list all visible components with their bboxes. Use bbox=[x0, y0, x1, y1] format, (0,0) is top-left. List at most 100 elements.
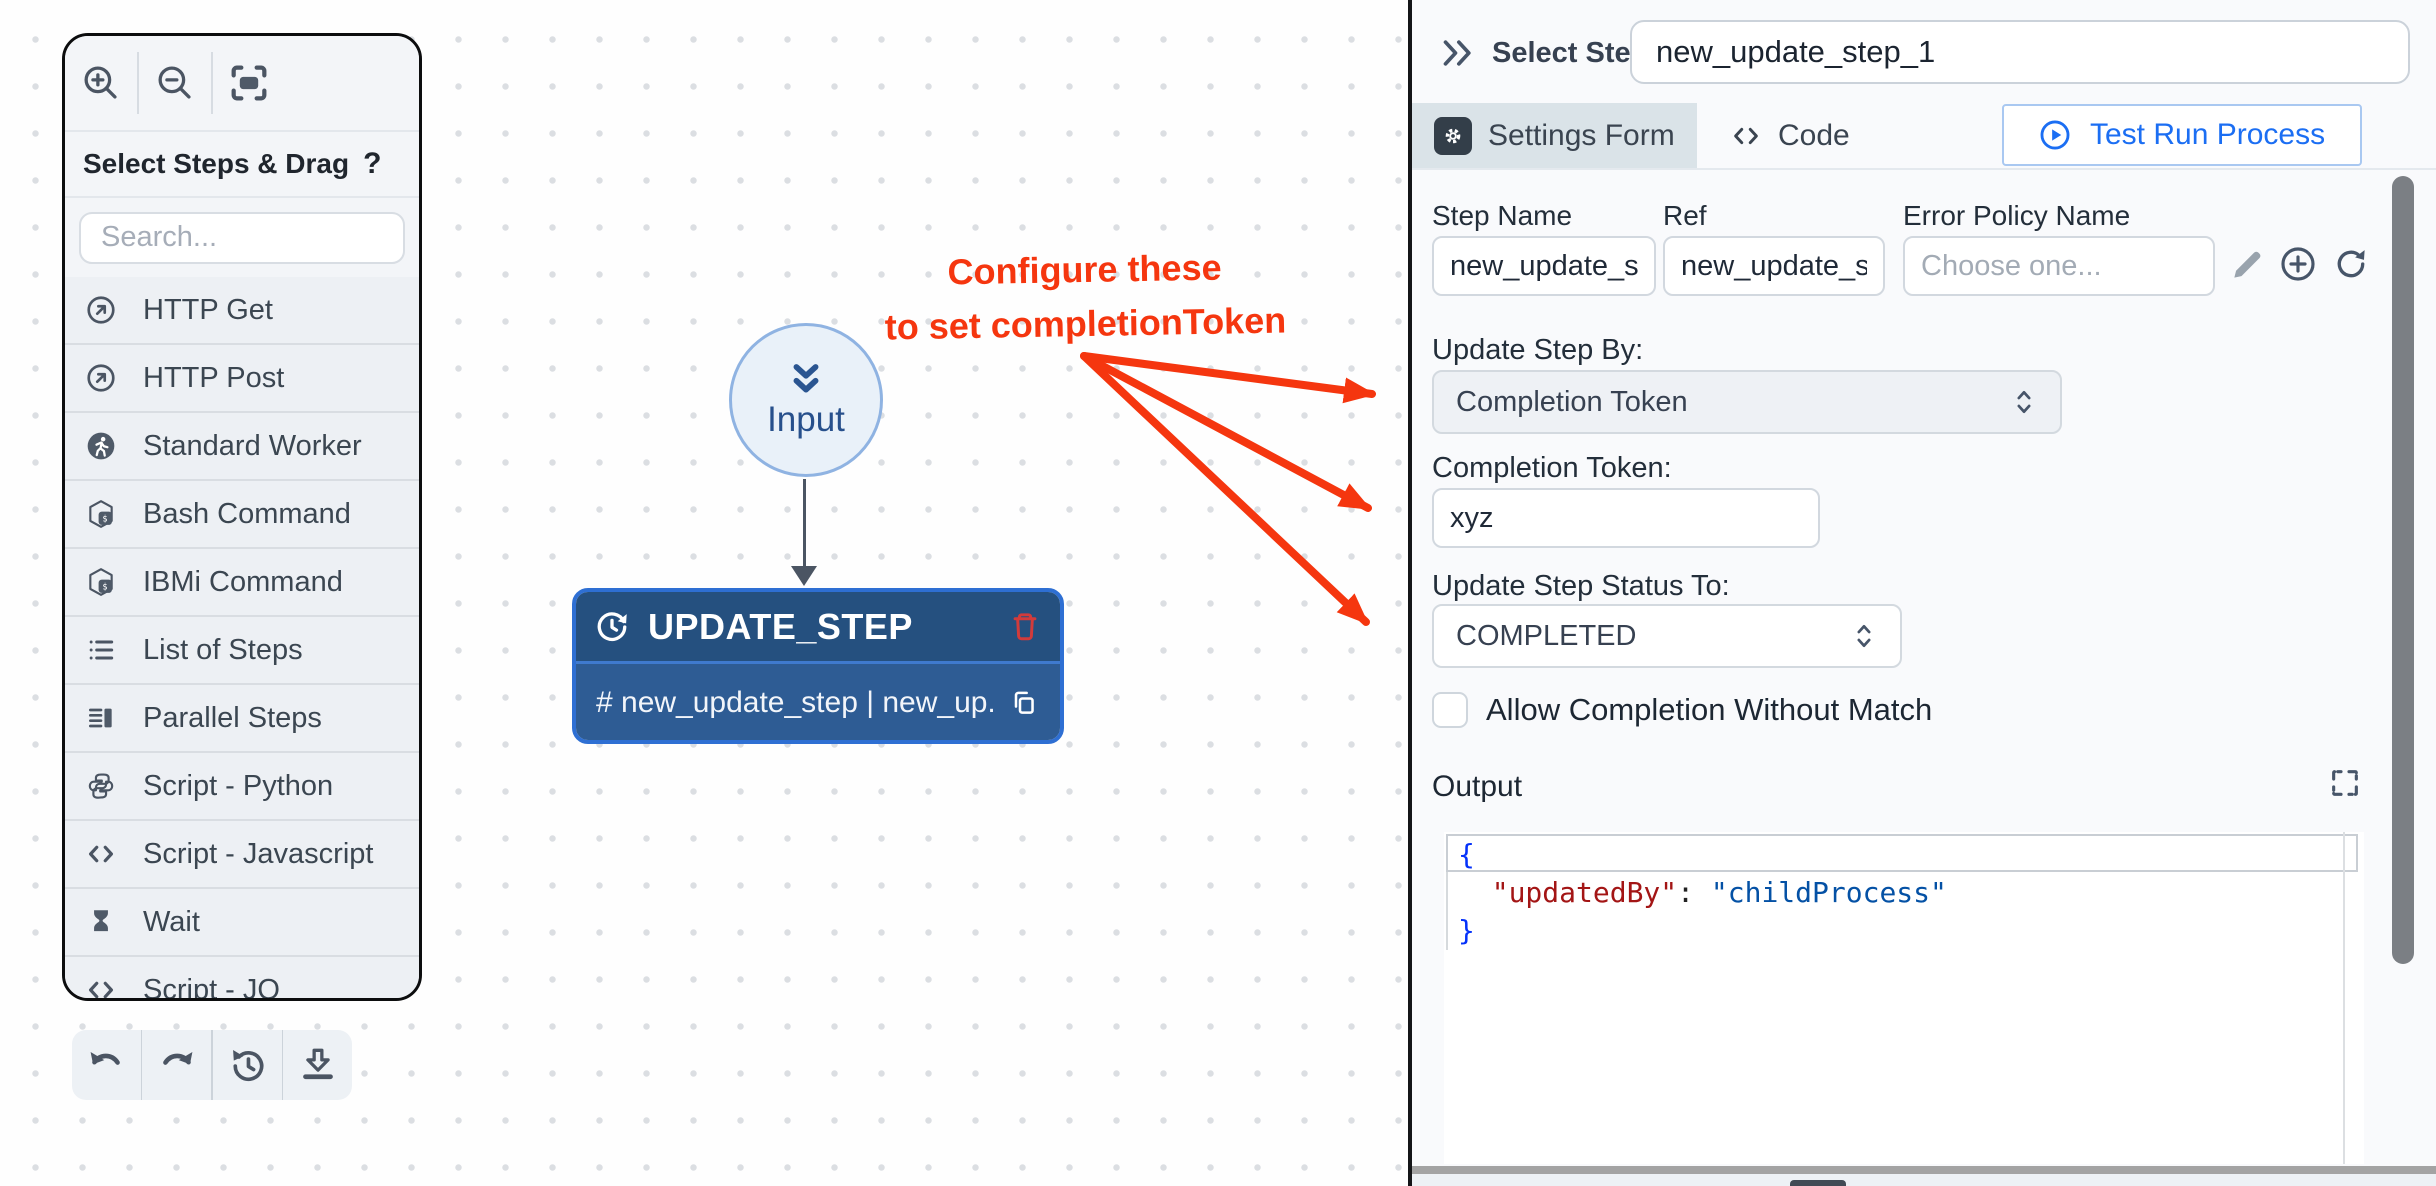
step-palette: Select Steps & Drag ? HTTP Get HTTP Post bbox=[62, 33, 422, 1001]
palette-title: Select Steps & Drag bbox=[83, 148, 349, 180]
palette-item-list-of-steps[interactable]: List of Steps bbox=[65, 615, 419, 683]
update-step-title: UPDATE_STEP bbox=[648, 606, 990, 648]
ibmi-command-icon: $ bbox=[85, 566, 117, 598]
fit-view-icon bbox=[226, 60, 272, 106]
fit-view-button[interactable] bbox=[213, 60, 285, 106]
tab-code-label: Code bbox=[1778, 119, 1850, 153]
search-input[interactable] bbox=[79, 212, 405, 264]
palette-item-script-python[interactable]: Script - Python bbox=[65, 751, 419, 819]
update-step-by-select[interactable]: Completion Token bbox=[1432, 370, 2062, 434]
undo-icon bbox=[85, 1044, 127, 1086]
update-status-value: COMPLETED bbox=[1456, 620, 1636, 653]
gear-icon bbox=[1434, 117, 1472, 155]
edge-arrowhead bbox=[791, 566, 817, 586]
redo-button[interactable] bbox=[142, 1030, 211, 1100]
palette-item-script-jq[interactable]: Script - JQ bbox=[65, 955, 419, 1001]
horizontal-scrollbar-thumb[interactable] bbox=[1790, 1180, 1846, 1186]
test-run-process-button[interactable]: Test Run Process bbox=[2002, 104, 2362, 166]
palette-item-script-javascript[interactable]: Script - Javascript bbox=[65, 819, 419, 887]
download-button[interactable] bbox=[283, 1030, 352, 1100]
update-status-select[interactable]: COMPLETED bbox=[1432, 604, 1902, 668]
http-post-icon bbox=[85, 362, 117, 394]
help-icon[interactable]: ? bbox=[363, 147, 381, 181]
download-icon bbox=[296, 1043, 340, 1087]
output-code-editor[interactable]: { "updatedBy": "childProcess" } bbox=[1444, 832, 2364, 1164]
update-status-label: Update Step Status To: bbox=[1432, 570, 1730, 603]
palette-header: Select Steps & Drag ? bbox=[65, 132, 419, 198]
step-name-label: Step Name bbox=[1432, 200, 1572, 232]
script-javascript-icon bbox=[85, 838, 117, 870]
update-step-ref: # new_update_step | new_up... bbox=[596, 686, 994, 720]
palette-item-http-get[interactable]: HTTP Get bbox=[65, 277, 419, 343]
completion-token-input[interactable] bbox=[1432, 488, 1820, 548]
tab-settings-form[interactable]: Settings Form bbox=[1412, 103, 1697, 168]
undo-button[interactable] bbox=[72, 1030, 141, 1100]
parallel-steps-icon bbox=[85, 702, 117, 734]
palette-search-row bbox=[65, 198, 419, 277]
refresh-icon bbox=[2332, 245, 2370, 283]
step-inspector-panel: Select Step Settings Form Code bbox=[1412, 0, 2436, 1186]
step-name-input[interactable] bbox=[1432, 236, 1656, 296]
inspector-topbar: Select Step bbox=[1412, 0, 2436, 103]
json-close-brace: } bbox=[1458, 914, 1475, 947]
selected-step-input[interactable] bbox=[1630, 20, 2410, 84]
error-policy-label: Error Policy Name bbox=[1903, 200, 2130, 232]
input-node-label: Input bbox=[767, 400, 845, 440]
inspector-tabs: Settings Form Code Test Run Process bbox=[1412, 103, 2436, 170]
palette-item-wait[interactable]: Wait bbox=[65, 887, 419, 955]
edit-policy-button[interactable] bbox=[2228, 246, 2266, 284]
json-value: "childProcess" bbox=[1711, 876, 1947, 909]
panel-bottom-strip bbox=[1412, 1174, 2436, 1186]
editor-scroll-boundary bbox=[2343, 832, 2345, 1164]
code-icon bbox=[1730, 120, 1762, 152]
canvas-toolbar bbox=[65, 36, 419, 132]
palette-item-http-post[interactable]: HTTP Post bbox=[65, 343, 419, 411]
palette-item-standard-worker[interactable]: Standard Worker bbox=[65, 411, 419, 479]
completion-token-label: Completion Token: bbox=[1432, 452, 1672, 485]
editor-indent-guide bbox=[1446, 872, 1448, 950]
output-json: { "updatedBy": "childProcess" } bbox=[1458, 836, 1947, 950]
update-step-node[interactable]: UPDATE_STEP # new_update_step | new_up..… bbox=[572, 588, 1064, 744]
list-of-steps-icon bbox=[85, 634, 117, 666]
vertical-scrollbar-thumb[interactable] bbox=[2392, 176, 2414, 964]
horizontal-scrollbar-track[interactable] bbox=[1412, 1166, 2436, 1174]
add-policy-button[interactable] bbox=[2278, 244, 2318, 284]
history-icon bbox=[225, 1043, 269, 1087]
collapse-panel-icon[interactable] bbox=[1438, 33, 1478, 73]
refresh-policies-button[interactable] bbox=[2332, 245, 2370, 283]
error-policy-input[interactable] bbox=[1903, 236, 2215, 296]
palette-item-parallel-steps[interactable]: Parallel Steps bbox=[65, 683, 419, 751]
script-jq-icon bbox=[85, 974, 117, 1001]
http-get-icon bbox=[85, 294, 117, 326]
zoom-in-button[interactable] bbox=[65, 61, 137, 105]
select-chevrons-icon bbox=[1850, 620, 1878, 652]
zoom-out-icon bbox=[153, 61, 197, 105]
update-step-header: UPDATE_STEP bbox=[576, 592, 1060, 664]
update-history-icon bbox=[594, 609, 630, 645]
tab-settings-label: Settings Form bbox=[1488, 119, 1675, 153]
fullscreen-icon bbox=[2328, 766, 2362, 800]
json-key: "updatedBy" bbox=[1492, 876, 1677, 909]
chevrons-down-icon bbox=[783, 360, 829, 400]
json-open-brace: { bbox=[1458, 838, 1475, 871]
history-button[interactable] bbox=[213, 1030, 282, 1100]
palette-item-bash-command[interactable]: $ Bash Command bbox=[65, 479, 419, 547]
update-step-body: # new_update_step | new_up... bbox=[576, 664, 1060, 741]
ref-input[interactable] bbox=[1663, 236, 1885, 296]
zoom-in-icon bbox=[79, 61, 123, 105]
script-python-icon bbox=[85, 770, 117, 802]
palette-item-ibmi-command[interactable]: $ IBMi Command bbox=[65, 547, 419, 615]
svg-text:$: $ bbox=[102, 514, 107, 524]
standard-worker-icon bbox=[85, 430, 117, 462]
copy-icon[interactable] bbox=[1008, 687, 1040, 719]
wait-icon bbox=[85, 906, 117, 938]
zoom-out-button[interactable] bbox=[139, 61, 211, 105]
allow-completion-checkbox[interactable] bbox=[1432, 692, 1468, 728]
expand-output-button[interactable] bbox=[2328, 766, 2362, 800]
update-step-by-label: Update Step By: bbox=[1432, 334, 1643, 367]
tab-code[interactable]: Code bbox=[1697, 103, 1997, 168]
annotation-line-1: Configure these bbox=[844, 239, 1325, 301]
flow-canvas[interactable]: Select Steps & Drag ? HTTP Get HTTP Post bbox=[0, 0, 1408, 1186]
delete-node-icon[interactable] bbox=[1008, 610, 1042, 644]
bash-command-icon: $ bbox=[85, 498, 117, 530]
